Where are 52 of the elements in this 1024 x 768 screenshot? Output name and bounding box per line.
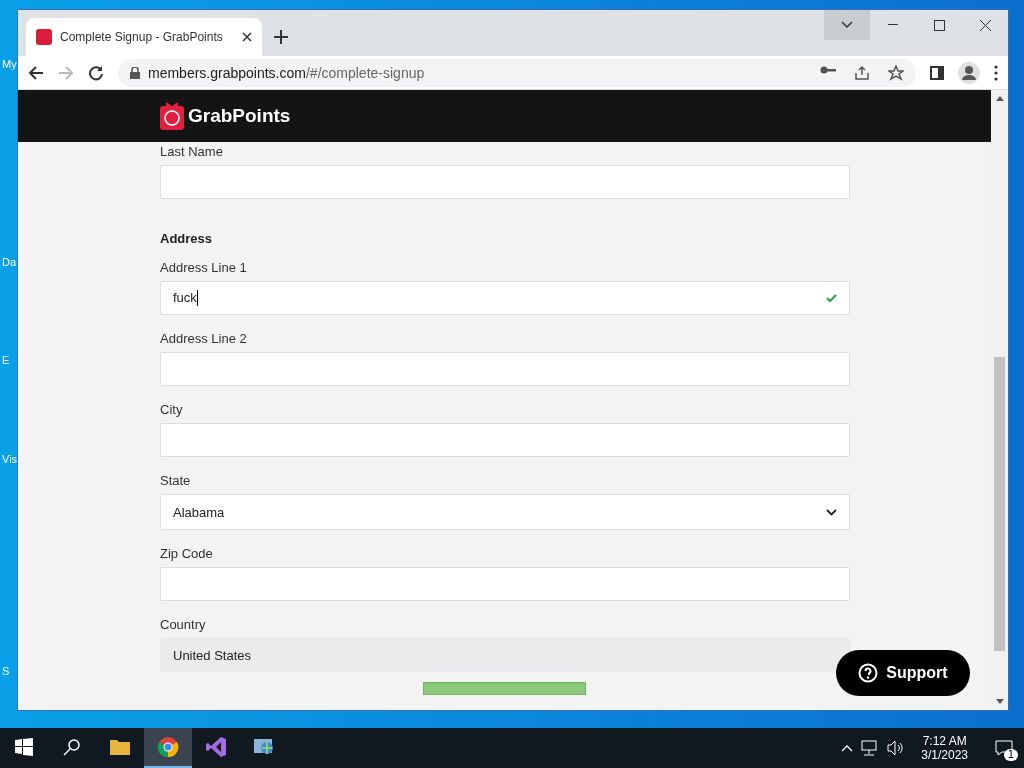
reload-icon[interactable] — [88, 64, 104, 81]
section-heading: Address — [160, 231, 214, 246]
key-icon[interactable] — [820, 64, 836, 75]
address-bar[interactable]: members.grabpoints.com/#/complete-signup — [118, 58, 916, 87]
input-field[interactable] — [160, 165, 850, 199]
notifications-button[interactable]: 1 — [984, 733, 1024, 763]
minimize-icon — [888, 24, 898, 26]
field-label: Last Name — [160, 144, 224, 159]
field-label: Address Line 1 — [160, 260, 248, 275]
close-icon[interactable] — [242, 32, 252, 42]
field-label: City — [160, 402, 184, 417]
close-icon — [979, 19, 991, 31]
state-select[interactable]: Alabama — [160, 494, 850, 530]
share-icon[interactable] — [854, 64, 870, 81]
input-field[interactable]: fuck — [160, 281, 850, 315]
visual-studio-icon — [205, 736, 227, 758]
network-icon[interactable] — [861, 740, 880, 756]
scroll-up-icon[interactable] — [995, 96, 1004, 101]
menu-icon[interactable] — [994, 64, 998, 81]
input-field[interactable] — [160, 567, 850, 601]
site-favicon-icon — [36, 29, 52, 45]
site-logo-text[interactable]: GrabPoints — [188, 105, 291, 127]
star-icon[interactable] — [888, 64, 904, 81]
scrollbar-thumb[interactable] — [994, 357, 1005, 651]
help-icon — [858, 663, 879, 683]
taskbar-app-button[interactable] — [144, 728, 192, 768]
chevron-up-icon[interactable] — [841, 744, 854, 752]
windows-logo-icon — [15, 738, 33, 756]
scroll-down-icon[interactable] — [995, 699, 1004, 704]
volume-icon[interactable] — [887, 740, 906, 756]
browser-tab[interactable]: Complete Signup - GrabPoints — [26, 18, 262, 56]
field-label: State — [160, 473, 192, 488]
message-icon — [995, 740, 1013, 756]
field-label: Country — [160, 617, 207, 632]
side-panel-icon[interactable] — [930, 65, 944, 80]
field-label: Zip Code — [160, 546, 214, 561]
maximize-icon — [933, 19, 945, 31]
back-icon[interactable] — [28, 64, 44, 81]
chrome-icon — [157, 736, 179, 758]
search-icon — [63, 738, 81, 756]
chevron-down-icon — [841, 21, 853, 29]
field-label: Address Line 2 — [160, 331, 248, 346]
clock[interactable]: 7:12 AM 3/1/2023 — [913, 734, 976, 762]
lock-icon — [130, 66, 140, 79]
folder-icon — [109, 738, 131, 756]
input-field[interactable] — [160, 423, 850, 457]
network-globe-icon — [253, 737, 275, 757]
chevron-down-icon — [826, 508, 837, 516]
support-button[interactable]: Support — [836, 650, 970, 696]
gift-logo-icon — [160, 102, 184, 130]
input-field[interactable] — [160, 352, 850, 386]
profile-icon[interactable] — [958, 61, 980, 84]
